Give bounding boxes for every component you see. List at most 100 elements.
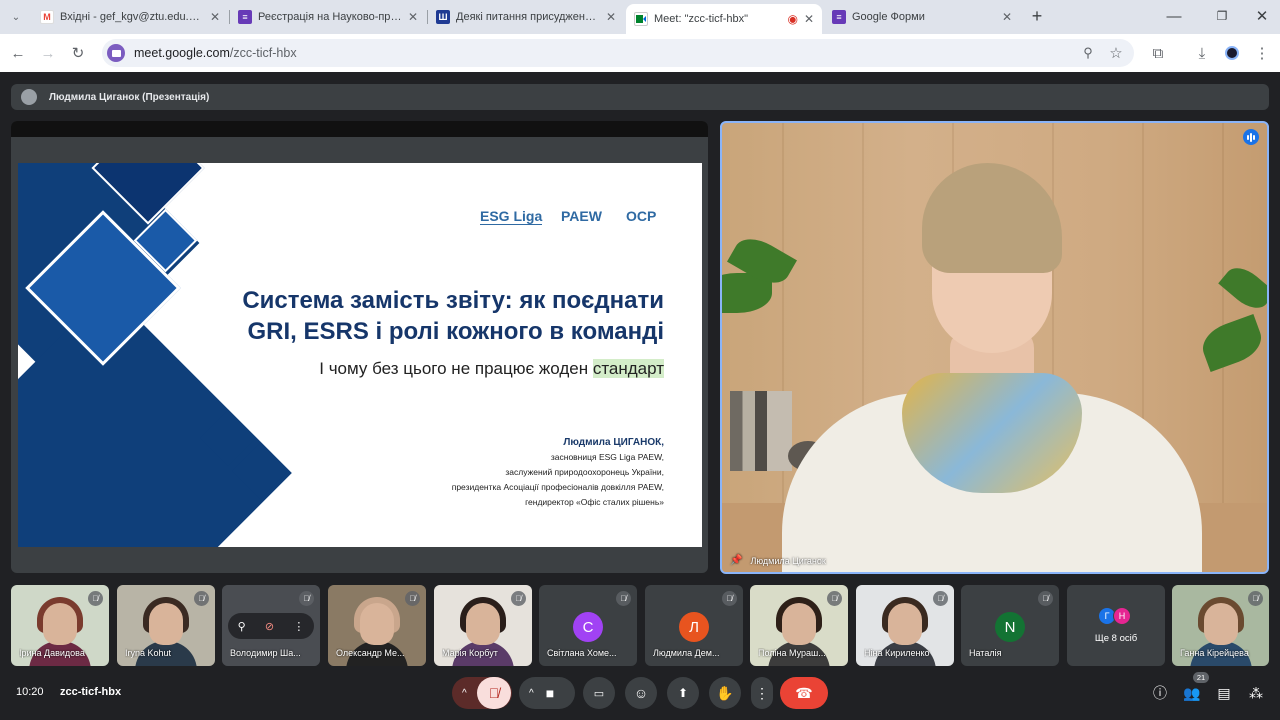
chat-icon[interactable]: ▤ — [1214, 683, 1234, 703]
reactions-button[interactable]: ☺ — [625, 677, 657, 709]
site-info-icon[interactable] — [107, 44, 125, 62]
tab-gov-document[interactable]: Ш Деякі питання присудження (п ✕ — [428, 4, 624, 30]
url-text: meet.google.com/zcc-ticf-hbx — [134, 46, 297, 60]
pin-icon: 📌 — [730, 555, 743, 566]
address-bar[interactable]: meet.google.com/zcc-ticf-hbx ⚲ ☆ — [102, 39, 1134, 67]
forms-icon: ≡ — [238, 10, 252, 24]
restore-window-icon[interactable]: ❐ — [1212, 6, 1232, 26]
close-tab-icon[interactable]: ✕ — [1002, 10, 1012, 24]
participant-name: Поліна Мураш... — [758, 648, 826, 658]
tile-hover-tools: ⚲ ⊘ ⋮ — [228, 613, 314, 639]
participant-avatar: N — [995, 612, 1025, 642]
close-tab-icon[interactable]: ✕ — [210, 10, 220, 24]
more-options-button[interactable]: ⋮ — [751, 677, 773, 709]
close-tab-icon[interactable]: ✕ — [606, 10, 616, 24]
back-icon[interactable]: ← — [8, 43, 28, 63]
more-vert-icon: ⋮ — [755, 684, 769, 701]
slide-title: Система замість звіту: як поєднати GRI, … — [242, 287, 664, 345]
mic-toggle-button[interactable]: 🎙̸ — [477, 677, 511, 709]
meeting-code: zcc-ticf-hbx — [60, 686, 122, 698]
profile-avatar[interactable] — [1222, 43, 1242, 63]
tab-title: Реєстрація на Науково-практи — [258, 11, 402, 23]
tab-title: Google Форми — [852, 11, 925, 23]
activities-icon[interactable]: ⁂ — [1246, 683, 1266, 703]
minimize-window-icon[interactable]: — — [1164, 6, 1184, 26]
participant-tile[interactable]: 🎙̸ Олександр Ме... — [328, 585, 426, 666]
mic-off-icon: 🎙̸ — [88, 591, 103, 606]
participant-avatar: Н — [1113, 607, 1131, 625]
presenter-label: Людмила Циганок (Презентація) — [49, 91, 210, 103]
tab-search-icon[interactable]: ⌄ — [6, 7, 26, 27]
participant-tile[interactable]: 🎙̸ Ганна Кірейцева — [1172, 585, 1269, 666]
participant-tile[interactable]: 🎙̸ Ніна Кириленко — [856, 585, 954, 666]
mic-off-icon: 🎙̸ — [488, 685, 500, 701]
more-options-icon[interactable]: ⋮ — [293, 620, 304, 633]
presentation-top-strip — [11, 121, 708, 137]
participants-count-badge: 21 — [1193, 672, 1209, 683]
tab-title: Деякі питання присудження (п — [456, 11, 600, 23]
speaker-video-tile[interactable]: 📌 Людмила Циганок — [720, 121, 1269, 574]
participant-name: Володимир Ша... — [230, 648, 301, 658]
close-tab-icon[interactable]: ✕ — [804, 12, 814, 26]
mic-off-icon: 🎙̸ — [1248, 591, 1263, 606]
mic-off-icon: 🎙̸ — [933, 591, 948, 606]
close-window-icon[interactable]: ✕ — [1252, 6, 1272, 26]
meeting-control-bar: 10:20 zcc-ticf-hbx ^ 🎙̸ ^ ■ ▭ ☺ ⬆ ✋ ⋮ ☎ … — [0, 670, 1280, 720]
mic-off-icon: 🎙̸ — [405, 591, 420, 606]
bookmark-star-icon[interactable]: ☆ — [1106, 43, 1126, 63]
mute-participant-icon[interactable]: ⊘ — [265, 620, 274, 633]
mic-off-icon: 🎙̸ — [299, 591, 314, 606]
participant-tile[interactable]: Л 🎙̸ Людмила Дем... — [645, 585, 743, 666]
participant-name: Ірина Давидова — [19, 648, 85, 658]
meeting-clock: 10:20 — [16, 686, 44, 698]
participant-tile[interactable]: 🎙̸ Поліна Мураш... — [750, 585, 848, 666]
participant-tile[interactable]: 🎙̸ ⚲ ⊘ ⋮ Володимир Ша... — [222, 585, 320, 666]
captions-button[interactable]: ▭ — [583, 677, 615, 709]
presentation-tile[interactable]: ESG Liga PAEW OCP Система замість звіту:… — [11, 121, 708, 573]
more-participants-tile[interactable]: Г Н Ще 8 осіб — [1067, 585, 1165, 666]
slide-author-block: Людмила ЦИГАНОК, засновниця ESG Liga PAE… — [451, 437, 664, 507]
participant-tile[interactable]: 🎙̸ Ірина Давидова — [11, 585, 109, 666]
participant-tile[interactable]: С 🎙̸ Світлана Хоме... — [539, 585, 637, 666]
presentation-header: Людмила Циганок (Презентація) — [11, 84, 1269, 110]
chevron-up-icon: ^ — [529, 687, 534, 699]
participant-name: Людмила Дем... — [653, 648, 720, 658]
participant-tile[interactable]: 🎙̸ Iryna Kohut — [117, 585, 215, 666]
participant-name: Світлана Хоме... — [547, 648, 617, 658]
gmail-icon: M — [40, 10, 54, 24]
slide: ESG Liga PAEW OCP Система замість звіту:… — [18, 163, 702, 547]
participant-name: Iryna Kohut — [125, 648, 172, 658]
participant-tile[interactable]: 🎙̸ Марія Корбут — [434, 585, 532, 666]
zoom-icon[interactable]: ⚲ — [1078, 43, 1098, 63]
hang-up-icon: ☎ — [795, 684, 813, 701]
logo-esg-liga: ESG Liga — [480, 208, 543, 225]
raise-hand-button[interactable]: ✋ — [709, 677, 741, 709]
people-icon[interactable]: 👥 — [1182, 683, 1202, 703]
tab-google-forms[interactable]: ≡ Google Форми ✕ — [824, 4, 1020, 30]
pin-icon[interactable]: ⚲ — [238, 620, 246, 633]
browser-menu-icon[interactable]: ⋮ — [1252, 43, 1272, 63]
forms-icon: ≡ — [832, 10, 846, 24]
download-icon[interactable]: ⤓ — [1192, 43, 1212, 63]
participant-name: Ніна Кириленко — [864, 648, 930, 658]
forward-icon[interactable]: → — [38, 43, 58, 63]
tab-registration-form[interactable]: ≡ Реєстрація на Науково-практи ✕ — [230, 4, 426, 30]
reload-icon[interactable]: ↻ — [68, 43, 88, 63]
hand-icon: ✋ — [716, 684, 734, 701]
logo-ocp: OCP — [626, 208, 657, 224]
new-tab-button[interactable]: + — [1027, 6, 1047, 26]
close-tab-icon[interactable]: ✕ — [408, 10, 418, 24]
participant-tile[interactable]: N 🎙̸ Наталія — [961, 585, 1059, 666]
chevron-up-icon: ^ — [462, 687, 467, 699]
participant-name: Олександр Ме... — [336, 648, 405, 658]
mic-off-icon: 🎙̸ — [722, 591, 737, 606]
camera-options-button[interactable]: ^ ■ — [519, 677, 575, 709]
present-button[interactable]: ⬆ — [667, 677, 699, 709]
tab-meet-active[interactable]: Meet: "zcc-ticf-hbx" ◉ ✕ — [626, 4, 822, 34]
mic-off-icon: 🎙̸ — [511, 591, 526, 606]
tab-gmail[interactable]: M Вхідні - gef_kgv@ztu.edu.ua - Г ✕ — [32, 4, 228, 30]
extensions-icon[interactable]: ⧉ — [1148, 43, 1168, 63]
leave-call-button[interactable]: ☎ — [780, 677, 828, 709]
speaking-indicator-icon — [1243, 129, 1259, 145]
meeting-info-icon[interactable]: ⓘ — [1150, 683, 1170, 703]
